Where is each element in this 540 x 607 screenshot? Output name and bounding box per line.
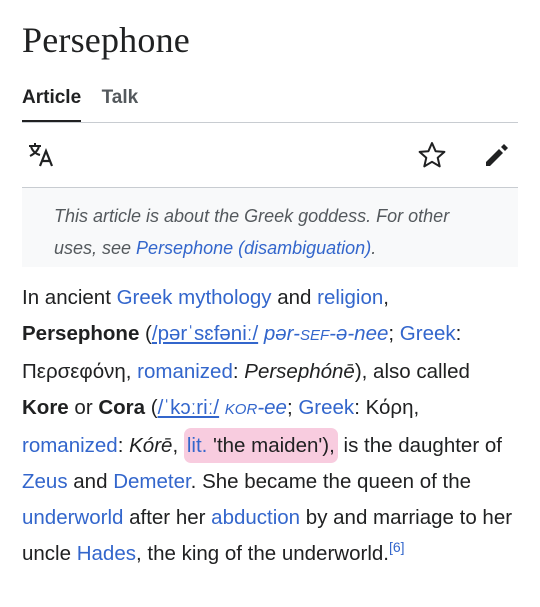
text: ; <box>286 396 299 419</box>
link-abduction[interactable]: abduction <box>211 506 300 529</box>
hatnote-end: . <box>371 238 377 258</box>
respelling-link-2[interactable]: KOR-ee <box>225 396 287 419</box>
transliteration-2: Kórē <box>129 434 173 457</box>
text: , <box>172 434 184 457</box>
link-literally[interactable]: lit. <box>187 434 208 457</box>
transliteration: Persephónē <box>244 360 355 383</box>
pencil-icon[interactable] <box>480 138 514 172</box>
subject-name: Persephone <box>22 322 140 345</box>
ipa-text: /pərˈsɛfəniː/ <box>151 322 259 345</box>
text: and <box>67 470 114 493</box>
link-demeter[interactable]: Demeter <box>113 470 190 493</box>
link-greek-mythology[interactable]: Greek mythology <box>117 286 272 309</box>
text: ; <box>388 322 400 345</box>
text: . She became the queen of the <box>190 470 472 493</box>
highlighted-selection: lit. 'the maiden'), <box>183 428 338 463</box>
ipa-text: /ˈkɔːriː/ <box>157 396 220 419</box>
highlighted-text: 'the maiden'), <box>207 434 335 457</box>
text: , the king of the underworld. <box>135 542 389 565</box>
star-icon[interactable] <box>415 138 449 172</box>
alt-name-kore: Kore <box>22 396 69 419</box>
text: ), also called <box>354 360 470 383</box>
link-underworld[interactable]: underworld <box>22 506 123 529</box>
ipa-pronunciation-link[interactable]: /pərˈsɛfəniː/ <box>152 322 258 345</box>
page-title: Persephone <box>22 20 190 60</box>
ipa-pronunciation-link-2[interactable]: /ˈkɔːriː/ <box>158 396 220 419</box>
page-toolbar <box>22 136 518 180</box>
respelling-part: pər- <box>263 322 300 345</box>
translate-icon[interactable] <box>24 138 58 172</box>
respelling-link[interactable]: pər-SEF-ə-nee <box>264 322 389 345</box>
tab-talk[interactable]: Talk <box>102 84 139 120</box>
tabs-divider <box>22 122 518 123</box>
citation-ref[interactable]: [6] <box>389 539 405 555</box>
text: In ancient <box>22 286 117 309</box>
hatnote: This article is about the Greek goddess.… <box>22 188 518 267</box>
text: : Κόρη, <box>354 396 420 419</box>
text: is the daughter of <box>337 434 502 457</box>
alt-name-cora: Cora <box>98 396 146 419</box>
text: ( <box>139 322 152 345</box>
link-greek[interactable]: Greek <box>400 322 456 345</box>
link-greek-2[interactable]: Greek <box>298 396 354 419</box>
respelling-stress: KOR <box>224 401 258 418</box>
respelling-part: -ə-nee <box>329 322 389 345</box>
link-romanized-2[interactable]: romanized <box>22 434 118 457</box>
link-zeus[interactable]: Zeus <box>22 470 68 493</box>
text: or <box>68 396 99 419</box>
link-romanized[interactable]: romanized <box>137 360 233 383</box>
link-religion[interactable]: religion <box>317 286 383 309</box>
text: : <box>232 360 245 383</box>
page-tabs: Article Talk <box>22 84 154 124</box>
tab-article[interactable]: Article <box>22 84 82 123</box>
link-hades[interactable]: Hades <box>77 542 136 565</box>
text: : <box>117 434 130 457</box>
text: ( <box>145 396 158 419</box>
disambiguation-link[interactable]: Persephone (disambiguation) <box>136 238 371 258</box>
respelling-stress: SEF <box>299 327 330 344</box>
text: after her <box>123 506 212 529</box>
lead-paragraph: In ancient Greek mythology and religion,… <box>22 280 522 572</box>
text: and <box>271 286 318 309</box>
text: , <box>383 286 389 309</box>
respelling-part: -ee <box>257 396 287 419</box>
